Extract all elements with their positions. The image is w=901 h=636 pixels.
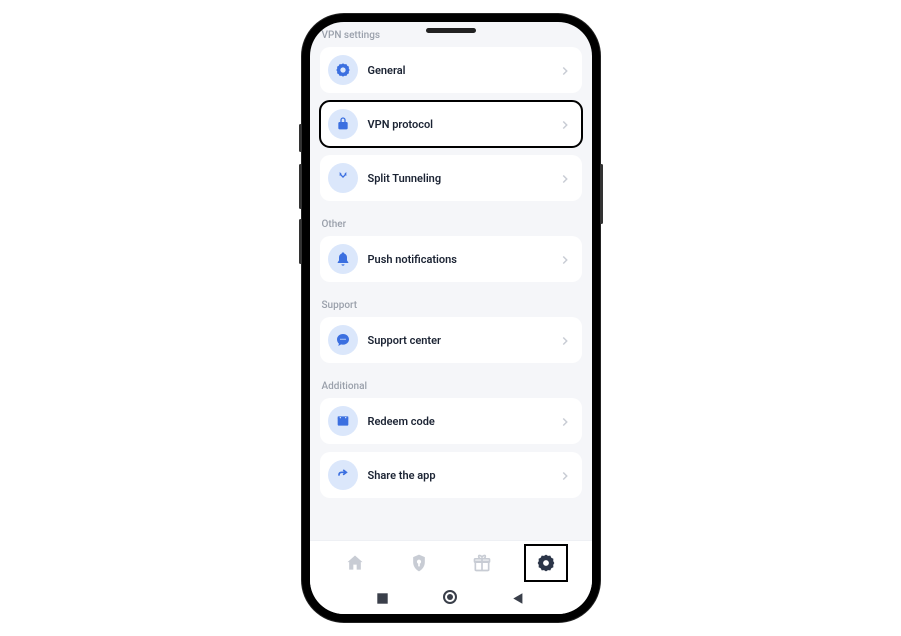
chevron-right-icon xyxy=(558,414,572,428)
nav-settings[interactable] xyxy=(526,546,566,580)
section-header-support: Support xyxy=(320,290,582,317)
chevron-right-icon xyxy=(558,252,572,266)
volume-up-button xyxy=(299,164,302,209)
row-label: VPN protocol xyxy=(368,118,558,131)
split-icon xyxy=(328,163,358,193)
nav-home[interactable] xyxy=(335,546,375,580)
recent-apps-button[interactable] xyxy=(376,590,389,609)
lock-icon xyxy=(328,109,358,139)
row-label: General xyxy=(368,64,558,77)
chat-icon xyxy=(328,325,358,355)
row-support-center[interactable]: Support center xyxy=(320,317,582,363)
chevron-right-icon xyxy=(558,468,572,482)
bottom-nav xyxy=(310,540,592,584)
chevron-right-icon xyxy=(558,333,572,347)
chevron-right-icon xyxy=(558,63,572,77)
row-share-app[interactable]: Share the app xyxy=(320,452,582,498)
screen: VPN settings General VPN protocol xyxy=(310,22,592,614)
row-label: Share the app xyxy=(368,469,558,482)
chevron-right-icon xyxy=(558,171,572,185)
home-button[interactable] xyxy=(442,589,458,609)
row-label: Push notifications xyxy=(368,253,558,266)
share-icon xyxy=(328,460,358,490)
section-header-vpn-settings: VPN settings xyxy=(320,26,582,47)
bell-icon xyxy=(328,244,358,274)
phone-frame: VPN settings General VPN protocol xyxy=(302,14,600,622)
gear-icon xyxy=(328,55,358,85)
back-button[interactable] xyxy=(512,590,525,609)
section-header-other: Other xyxy=(320,209,582,236)
section-header-additional: Additional xyxy=(320,371,582,398)
settings-content: VPN settings General VPN protocol xyxy=(310,22,592,540)
row-label: Redeem code xyxy=(368,415,558,428)
row-label: Split Tunneling xyxy=(368,172,558,185)
system-nav xyxy=(310,584,592,614)
chevron-right-icon xyxy=(558,117,572,131)
row-split-tunneling[interactable]: Split Tunneling xyxy=(320,155,582,201)
nav-shield[interactable] xyxy=(399,546,439,580)
power-button xyxy=(600,164,603,224)
row-push-notifications[interactable]: Push notifications xyxy=(320,236,582,282)
row-redeem-code[interactable]: Redeem code xyxy=(320,398,582,444)
row-vpn-protocol[interactable]: VPN protocol xyxy=(320,101,582,147)
ticket-icon xyxy=(328,406,358,436)
volume-down-button xyxy=(299,219,302,264)
nav-gift[interactable] xyxy=(462,546,502,580)
row-label: Support center xyxy=(368,334,558,347)
row-general[interactable]: General xyxy=(320,47,582,93)
side-button xyxy=(299,124,302,152)
